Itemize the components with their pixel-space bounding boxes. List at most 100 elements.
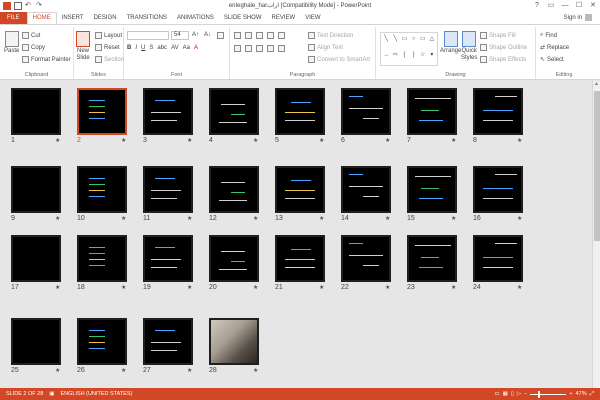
paste-button[interactable]: Paste <box>4 31 19 54</box>
reset-button[interactable]: Reset <box>95 44 120 51</box>
copy-button[interactable]: Copy <box>22 44 45 51</box>
slide-thumbnail[interactable]: 9 ★ <box>11 166 61 223</box>
justify-icon[interactable] <box>267 45 274 52</box>
convert-smartart-button[interactable]: Convert to SmartArt <box>308 56 370 63</box>
minimize-button[interactable]: — <box>558 0 572 11</box>
arrange-button[interactable]: Arrange <box>440 31 461 54</box>
slide-thumbnail[interactable]: 5 ★ <box>275 88 325 145</box>
slide-thumbnail[interactable]: 26 ★ <box>77 318 127 375</box>
slide-preview[interactable] <box>275 166 325 213</box>
transition-star-icon[interactable]: ★ <box>253 137 258 144</box>
slide-preview[interactable] <box>275 235 325 282</box>
ribbon-display-icon[interactable]: ▭ <box>544 0 558 11</box>
section-button[interactable]: Section <box>95 56 124 63</box>
slide-thumbnail[interactable]: 18 ★ <box>77 235 127 292</box>
slide-thumbnail[interactable]: 21 ★ <box>275 235 325 292</box>
tab-view[interactable]: VIEW <box>300 12 325 24</box>
transition-star-icon[interactable]: ★ <box>451 215 456 222</box>
transition-star-icon[interactable]: ★ <box>187 215 192 222</box>
slide-thumbnail[interactable]: 12 ★ <box>209 166 259 223</box>
shape-rect-icon[interactable]: ▭ <box>400 34 408 49</box>
transition-star-icon[interactable]: ★ <box>187 137 192 144</box>
slide-thumbnail[interactable]: 27 ★ <box>143 318 193 375</box>
shape-oval-icon[interactable]: ○ <box>410 34 418 49</box>
transition-star-icon[interactable]: ★ <box>121 367 126 374</box>
tab-home[interactable]: HOME <box>26 12 57 24</box>
sign-in-link[interactable]: Sign in <box>564 14 592 21</box>
transition-star-icon[interactable]: ★ <box>517 284 522 291</box>
slide-preview[interactable] <box>11 166 61 213</box>
shape-triangle-icon[interactable]: △ <box>428 34 436 49</box>
slide-preview[interactable] <box>77 88 127 135</box>
slide-preview[interactable] <box>143 166 193 213</box>
shape-arrow-icon[interactable]: → <box>382 50 390 65</box>
slide-preview[interactable] <box>143 88 193 135</box>
tab-transitions[interactable]: TRANSITIONS <box>122 12 172 24</box>
slide-thumbnail[interactable]: 8 ★ <box>473 88 523 145</box>
slide-thumbnail[interactable]: 28 ★ <box>209 318 259 375</box>
slide-preview[interactable] <box>473 166 523 213</box>
slide-preview[interactable] <box>341 166 391 213</box>
zoom-level[interactable]: 47% <box>576 391 587 397</box>
transition-star-icon[interactable]: ★ <box>187 367 192 374</box>
slide-thumbnail[interactable]: 10 ★ <box>77 166 127 223</box>
strikethrough-icon[interactable]: abc <box>157 45 167 51</box>
zoom-slider[interactable] <box>530 390 567 398</box>
slide-preview[interactable] <box>407 166 457 213</box>
transition-star-icon[interactable]: ★ <box>319 284 324 291</box>
maximize-button[interactable]: ☐ <box>572 0 586 11</box>
tab-animations[interactable]: ANIMATIONS <box>172 12 219 24</box>
transition-star-icon[interactable]: ★ <box>451 137 456 144</box>
align-left-icon[interactable] <box>234 45 241 52</box>
decrease-indent-icon[interactable] <box>256 32 263 39</box>
shape-fill-button[interactable]: Shape Fill <box>480 32 516 39</box>
slide-thumbnail[interactable]: 13 ★ <box>275 166 325 223</box>
shape-outline-button[interactable]: Shape Outline <box>480 44 527 51</box>
transition-star-icon[interactable]: ★ <box>517 137 522 144</box>
transition-star-icon[interactable]: ★ <box>451 284 456 291</box>
select-button[interactable]: ↖ Select <box>540 56 564 64</box>
align-center-icon[interactable] <box>245 45 252 52</box>
redo-icon[interactable]: ↷ <box>36 2 44 10</box>
format-painter-button[interactable]: Format Painter <box>22 56 71 63</box>
tab-insert[interactable]: INSERT <box>57 12 89 24</box>
slide-thumbnail[interactable]: 22 ★ <box>341 235 391 292</box>
slide-preview[interactable] <box>473 235 523 282</box>
shapes-gallery[interactable]: ╲ ╲ ▭ ○ ▭ △ → ⇨{} ☆ ▾ <box>380 32 438 66</box>
tab-slideshow[interactable]: SLIDE SHOW <box>219 12 267 24</box>
font-size-field[interactable]: 54 <box>171 31 189 40</box>
clear-format-button[interactable] <box>217 32 224 39</box>
italic-icon[interactable]: I <box>135 45 137 51</box>
slide-preview[interactable] <box>11 318 61 365</box>
reading-view-icon[interactable]: ▯ <box>511 391 514 397</box>
language-status[interactable]: ENGLISH (UNITED STATES) <box>55 391 139 397</box>
transition-star-icon[interactable]: ★ <box>253 215 258 222</box>
slide-thumbnail[interactable]: 7 ★ <box>407 88 457 145</box>
grow-font-button[interactable]: A↑ <box>192 32 199 38</box>
transition-star-icon[interactable]: ★ <box>517 215 522 222</box>
slide-preview[interactable] <box>77 235 127 282</box>
slide-thumbnail[interactable]: 19 ★ <box>143 235 193 292</box>
shape-line-icon[interactable]: ╲ <box>382 34 390 49</box>
slide-preview[interactable] <box>209 235 259 282</box>
columns-icon[interactable] <box>278 45 285 52</box>
bold-icon[interactable]: B <box>127 45 131 51</box>
transition-star-icon[interactable]: ★ <box>385 215 390 222</box>
slide-preview[interactable] <box>77 318 127 365</box>
transition-star-icon[interactable]: ★ <box>121 284 126 291</box>
slideshow-view-icon[interactable]: ▷ <box>517 391 521 397</box>
transition-star-icon[interactable]: ★ <box>187 284 192 291</box>
slide-preview[interactable] <box>341 88 391 135</box>
font-name-field[interactable] <box>127 31 169 40</box>
find-button[interactable]: ⌕ Find <box>540 32 557 39</box>
slide-thumbnail[interactable]: 2 ★ <box>77 88 127 145</box>
line-spacing-icon[interactable] <box>278 32 285 39</box>
slide-preview[interactable] <box>77 166 127 213</box>
slide-thumbnail[interactable]: 14 ★ <box>341 166 391 223</box>
zoom-out-icon[interactable]: − <box>524 391 527 397</box>
slide-thumbnail[interactable]: 16 ★ <box>473 166 523 223</box>
tab-review[interactable]: REVIEW <box>267 12 301 24</box>
transition-star-icon[interactable]: ★ <box>385 284 390 291</box>
slide-thumbnail[interactable]: 23 ★ <box>407 235 457 292</box>
bullets-icon[interactable] <box>234 32 241 39</box>
